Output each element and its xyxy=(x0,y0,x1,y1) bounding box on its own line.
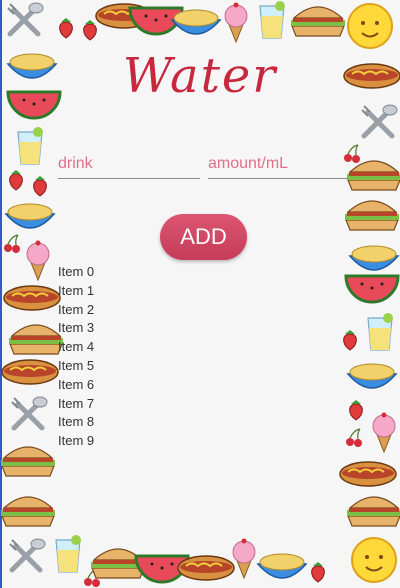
list-item[interactable]: Item 6 xyxy=(58,376,94,395)
drink-list: Item 0 Item 1 Item 2 Item 3 Item 4 Item … xyxy=(58,263,94,451)
list-item[interactable]: Item 7 xyxy=(58,395,94,414)
page-title: Water xyxy=(122,48,278,104)
add-button[interactable]: ADD xyxy=(160,214,247,260)
list-item[interactable]: Item 8 xyxy=(58,413,94,432)
drink-input[interactable] xyxy=(58,150,200,179)
list-item[interactable]: Item 3 xyxy=(58,319,94,338)
list-item[interactable]: Item 0 xyxy=(58,263,94,282)
list-item[interactable]: Item 1 xyxy=(58,282,94,301)
list-item[interactable]: Item 5 xyxy=(58,357,94,376)
list-item[interactable]: Item 9 xyxy=(58,432,94,451)
list-item[interactable]: Item 2 xyxy=(58,301,94,320)
list-item[interactable]: Item 4 xyxy=(58,338,94,357)
amount-input[interactable] xyxy=(208,150,348,179)
